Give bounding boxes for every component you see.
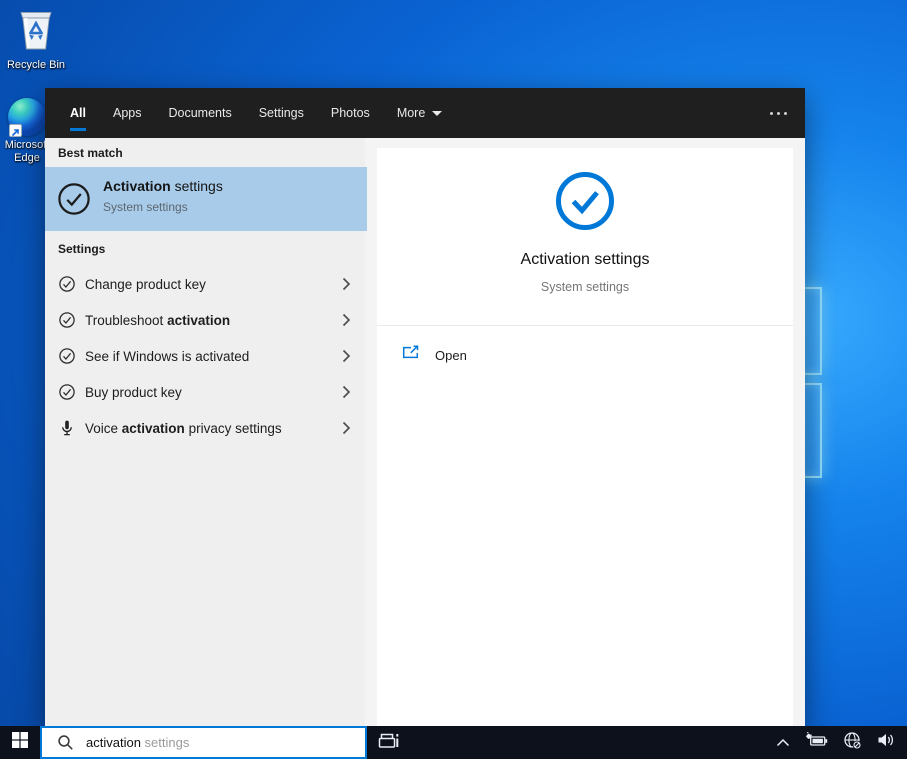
result-voice-activation-privacy-settings[interactable]: Voice activation privacy settings — [45, 410, 367, 446]
show-hidden-icons-button[interactable] — [771, 726, 795, 759]
network-status-button[interactable] — [838, 726, 867, 759]
volume-icon — [877, 732, 895, 753]
best-match-header: Best match — [58, 146, 123, 160]
divider — [377, 325, 793, 326]
chevron-up-icon — [776, 734, 790, 752]
tab-all[interactable]: All — [70, 88, 86, 138]
desktop-icon-label: Recycle Bin — [6, 59, 66, 71]
chevron-right-icon — [342, 349, 351, 368]
windows-logo-icon — [12, 732, 28, 753]
open-external-icon — [401, 345, 420, 365]
search-filter-tabs: All Apps Documents Settings Photos More — [45, 88, 805, 138]
system-tray — [771, 726, 907, 759]
globe-no-internet-icon — [843, 731, 862, 755]
search-icon — [57, 734, 74, 751]
result-troubleshoot-activation[interactable]: Troubleshoot activation — [45, 302, 367, 338]
best-match-result-activation-settings[interactable]: Activation settings System settings — [45, 167, 367, 231]
chevron-right-icon — [342, 313, 351, 332]
tab-more[interactable]: More — [397, 88, 443, 138]
tab-photos[interactable]: Photos — [331, 88, 370, 138]
preview-title: Activation settings — [520, 251, 650, 268]
task-view-icon — [377, 730, 399, 755]
result-change-product-key[interactable]: Change product key — [45, 266, 367, 302]
task-view-button[interactable] — [367, 726, 409, 759]
chevron-right-icon — [342, 421, 351, 440]
search-query-typed: activation — [86, 735, 141, 750]
check-circle-icon — [58, 275, 76, 298]
check-circle-icon — [58, 347, 76, 370]
search-results-area: Best match Activation settings System se… — [45, 138, 805, 726]
taskbar: activation settings — [0, 726, 907, 759]
recycle-bin-icon — [0, 5, 73, 56]
tab-apps[interactable]: Apps — [113, 88, 142, 138]
check-circle-blue-icon — [553, 169, 617, 238]
search-query-suggestion: settings — [140, 735, 190, 750]
results-pane: Best match Activation settings System se… — [45, 138, 367, 726]
active-tab-underline — [70, 128, 86, 131]
check-circle-icon — [58, 383, 76, 406]
settings-section-header: Settings — [58, 242, 106, 256]
volume-button[interactable] — [872, 726, 900, 759]
check-circle-icon — [58, 311, 76, 334]
chevron-right-icon — [342, 385, 351, 404]
tab-documents[interactable]: Documents — [168, 88, 231, 138]
open-action[interactable]: Open — [377, 327, 793, 383]
battery-plugged-icon — [805, 731, 828, 753]
taskbar-search-input[interactable]: activation settings — [40, 726, 367, 759]
open-action-label: Open — [435, 347, 467, 363]
search-flyout: All Apps Documents Settings Photos More … — [45, 88, 805, 726]
best-match-subtitle: System settings — [103, 200, 188, 214]
desktop-icon-recycle-bin[interactable]: Recycle Bin — [0, 5, 73, 72]
edge-icon — [8, 98, 46, 137]
preview-pane: Activation settings System settings Open — [377, 148, 793, 726]
microphone-icon — [58, 419, 76, 442]
start-button[interactable] — [0, 726, 40, 759]
result-buy-product-key[interactable]: Buy product key — [45, 374, 367, 410]
shortcut-arrow-icon — [9, 124, 22, 137]
battery-status-button[interactable] — [800, 726, 833, 759]
check-circle-icon — [57, 182, 91, 221]
chevron-right-icon — [342, 277, 351, 296]
result-see-if-windows-is-activated[interactable]: See if Windows is activated — [45, 338, 367, 374]
tab-settings[interactable]: Settings — [259, 88, 304, 138]
best-match-title: Activation settings — [103, 178, 223, 194]
preview-subtitle: System settings — [540, 280, 630, 294]
chevron-down-icon — [432, 110, 443, 116]
more-options-icon — [770, 111, 773, 115]
more-options-button[interactable] — [770, 88, 787, 138]
